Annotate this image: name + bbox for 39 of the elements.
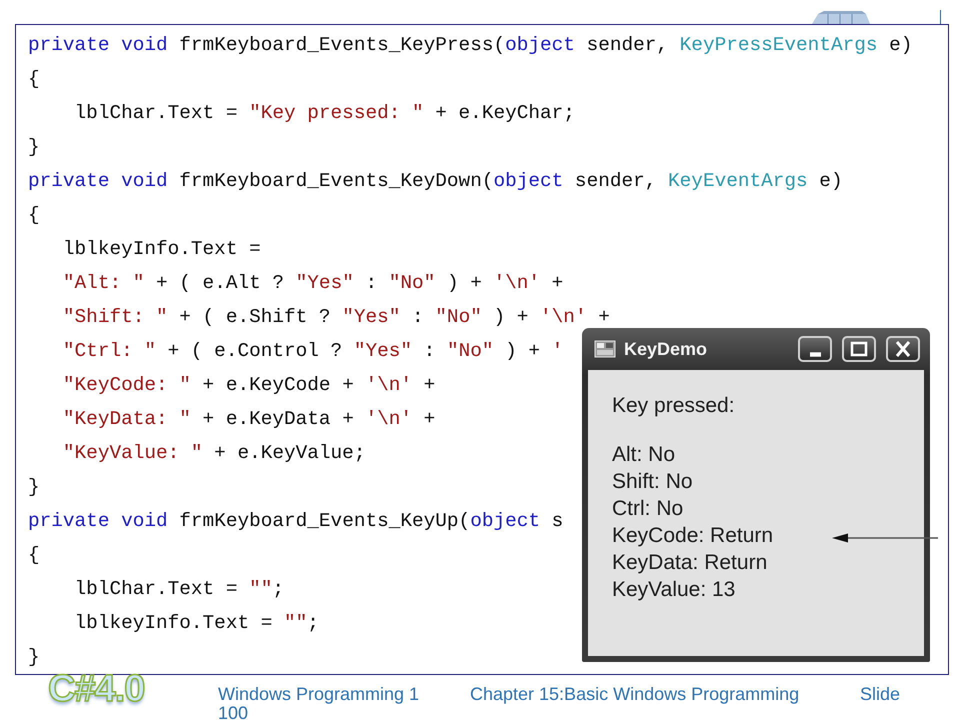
code-line: "KeyValue: " + e.KeyValue; xyxy=(62,441,366,466)
key-pressed-label: Key pressed: xyxy=(612,393,735,419)
code-line: lblChar.Text = ""; xyxy=(74,577,284,602)
logo: C#4.0 xyxy=(48,668,144,711)
key-info-label: KeyCode: Return xyxy=(612,523,774,549)
code-line: } xyxy=(28,645,40,670)
close-button[interactable] xyxy=(886,336,920,362)
code-line: private void frmKeyboard_Events_KeyUp(object s xyxy=(28,509,564,534)
app-icon xyxy=(594,340,616,358)
code-line: lblkeyInfo.Text = ""; xyxy=(74,611,319,636)
code-line: "KeyCode: " + e.KeyCode + '\n' + xyxy=(62,373,436,398)
code-line: private void frmKeyboard_Events_KeyDown(object sender, KeyEventArgs e) xyxy=(28,169,843,194)
minimize-button[interactable] xyxy=(798,336,832,362)
code-line: "KeyData: " + e.KeyData + '\n' + xyxy=(62,407,436,432)
close-icon xyxy=(893,340,913,358)
code-line: lblkeyInfo.Text = xyxy=(62,237,261,262)
window-title: KeyDemo xyxy=(624,338,708,360)
code-line: lblChar.Text = "Key pressed: " + e.KeyChar; xyxy=(74,101,575,126)
maximize-icon xyxy=(849,340,869,358)
code-line: { xyxy=(28,203,40,228)
code-line: private void frmKeyboard_Events_KeyPress(object sender, KeyPressEventArgs e) xyxy=(28,33,912,58)
code-line: { xyxy=(28,543,40,568)
course-title: Windows Programming 1 xyxy=(218,684,420,705)
key-info-label: KeyData: Return xyxy=(612,550,768,576)
minimize-icon xyxy=(810,352,820,356)
key-info-label: Shift: No xyxy=(612,469,693,495)
key-info-label: Alt: No xyxy=(612,442,676,468)
slide-number: 100 xyxy=(218,706,248,720)
chapter-title: Chapter 15:Basic Windows Programming xyxy=(470,684,800,705)
code-line: } xyxy=(28,135,40,160)
slide-label: Slide xyxy=(860,684,900,705)
code-line: "Ctrl: " + ( e.Control ? "Yes" : "No" ) + ' xyxy=(62,339,564,364)
maximize-button[interactable] xyxy=(842,336,876,362)
key-info-label: KeyValue: 13 xyxy=(612,577,736,603)
key-info-label: Ctrl: No xyxy=(612,496,684,522)
code-line: { xyxy=(28,67,40,92)
code-line: "Shift: " + ( e.Shift ? "Yes" : "No" ) + '\n' + xyxy=(62,305,610,330)
code-line: "Alt: " + ( e.Alt ? "Yes" : "No" ) + '\n' + xyxy=(62,271,564,296)
code-line: } xyxy=(28,475,40,500)
